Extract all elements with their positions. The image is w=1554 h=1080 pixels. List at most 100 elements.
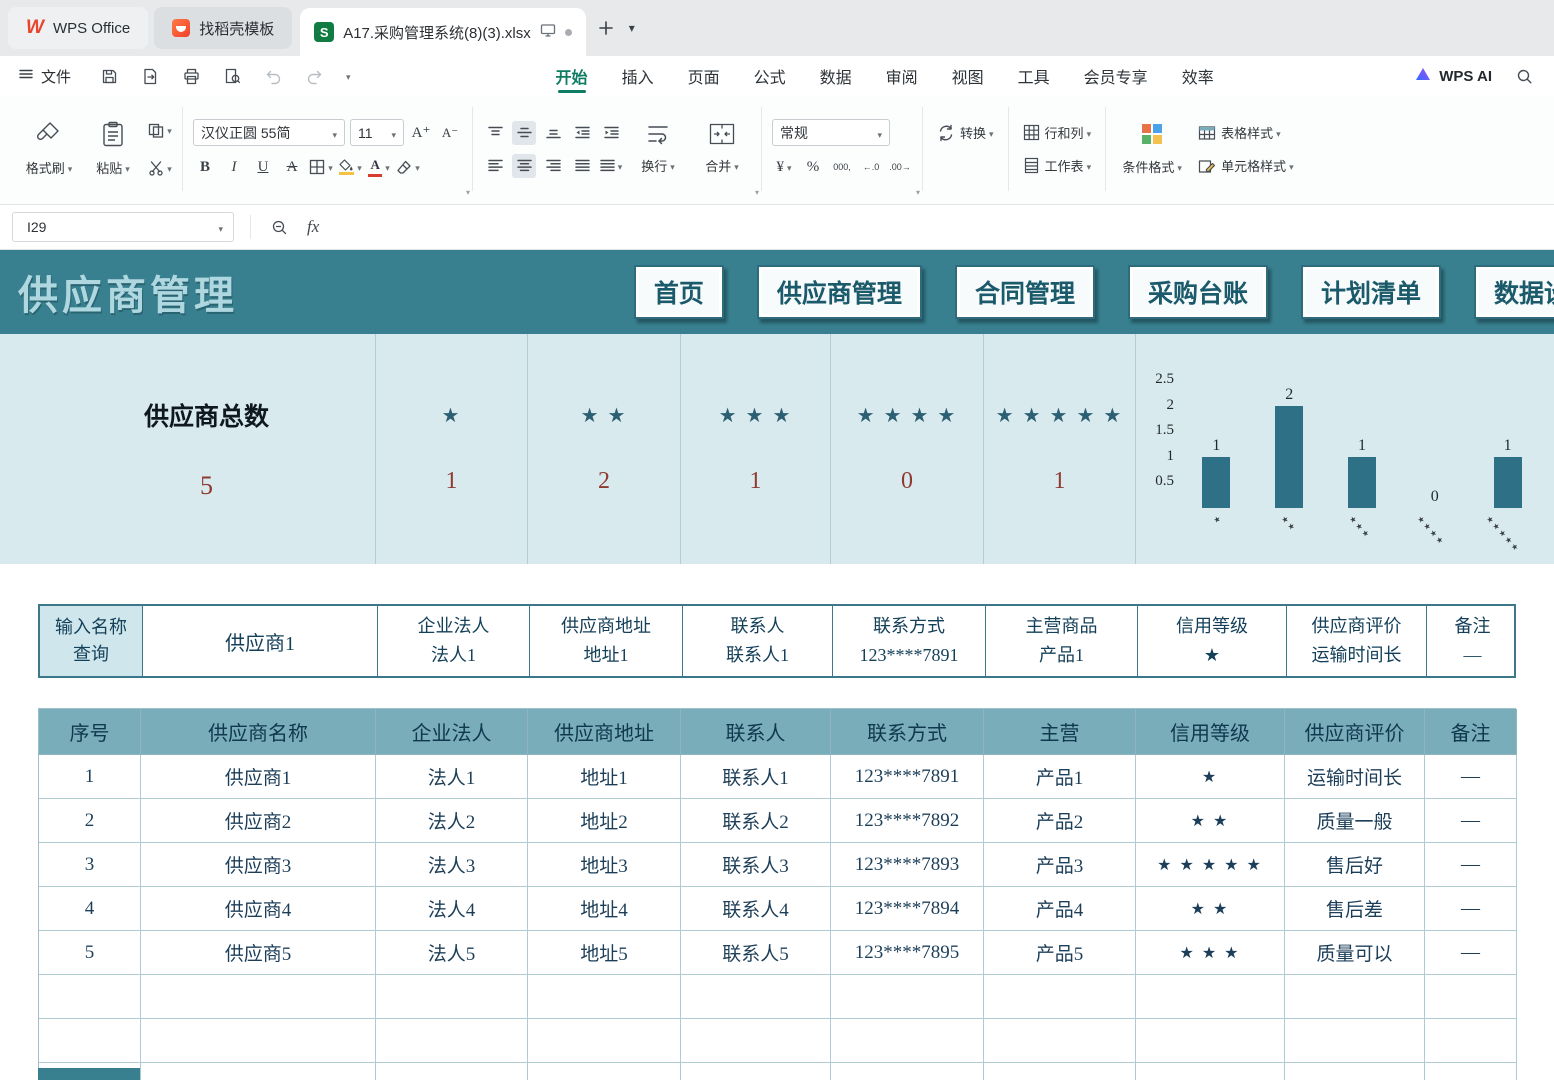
nav-button-合同管理[interactable]: 合同管理 xyxy=(954,265,1095,319)
stat-rating-column[interactable]: ★ 1 xyxy=(375,334,527,564)
table-cell[interactable]: 法人1 xyxy=(376,755,528,799)
align-left-icon[interactable] xyxy=(483,154,507,178)
table-cell[interactable]: 售后差 xyxy=(1285,887,1425,931)
table-cell[interactable]: 123****7891 xyxy=(831,755,984,799)
menu-tab-效率[interactable]: 效率 xyxy=(1182,56,1214,96)
align-right-icon[interactable] xyxy=(541,154,565,178)
table-header-cell[interactable]: 供应商地址 xyxy=(528,709,681,755)
justify-icon[interactable] xyxy=(570,154,594,178)
rows-columns-button[interactable]: 行和列 xyxy=(1019,121,1096,145)
underline-button[interactable] xyxy=(251,155,275,179)
empty-cell[interactable] xyxy=(984,975,1136,1019)
empty-cell[interactable] xyxy=(1136,1063,1285,1080)
formula-input[interactable] xyxy=(319,205,1542,249)
table-cell[interactable]: ★ ★ ★ xyxy=(1136,931,1285,975)
menu-tab-审阅[interactable]: 审阅 xyxy=(886,56,918,96)
table-cell[interactable]: — xyxy=(1425,799,1517,843)
table-cell[interactable]: — xyxy=(1425,931,1517,975)
tab-wps-office[interactable]: W WPS Office xyxy=(8,7,149,49)
table-header-cell[interactable]: 联系人 xyxy=(681,709,831,755)
empty-cell[interactable] xyxy=(1425,1019,1517,1063)
table-header-cell[interactable]: 供应商评价 xyxy=(1285,709,1425,755)
increase-decimal-button[interactable] xyxy=(859,155,883,179)
search-field-cell[interactable]: 主营商品 产品1 xyxy=(985,606,1137,676)
tab-active-document[interactable]: S A17.采购管理系统(8)(3).xlsx xyxy=(300,8,586,56)
search-name-cell[interactable]: 供应商1 xyxy=(142,606,377,676)
table-cell[interactable]: 产品3 xyxy=(984,843,1136,887)
redo-button[interactable] xyxy=(302,65,326,87)
convert-button[interactable]: 转换 xyxy=(933,121,998,145)
table-cell[interactable]: 质量一般 xyxy=(1285,799,1425,843)
align-center-icon[interactable] xyxy=(512,153,536,178)
wps-ai-button[interactable]: WPS AI xyxy=(1414,66,1492,86)
table-header-cell[interactable]: 联系方式 xyxy=(831,709,984,755)
empty-cell[interactable] xyxy=(831,1063,984,1080)
table-cell[interactable]: ★ ★ ★ ★ ★ xyxy=(1136,843,1285,887)
empty-cell[interactable] xyxy=(1136,1019,1285,1063)
table-header-cell[interactable]: 信用等级 xyxy=(1136,709,1285,755)
empty-cell[interactable] xyxy=(831,1019,984,1063)
table-cell[interactable]: 地址2 xyxy=(528,799,681,843)
menu-tab-开始[interactable]: 开始 xyxy=(556,56,588,96)
empty-cell[interactable] xyxy=(681,1019,831,1063)
table-cell[interactable]: 供应商5 xyxy=(141,931,376,975)
table-cell[interactable]: 123****7894 xyxy=(831,887,984,931)
empty-cell[interactable] xyxy=(1425,1063,1517,1080)
table-cell[interactable]: 法人3 xyxy=(376,843,528,887)
table-cell[interactable]: 联系人2 xyxy=(681,799,831,843)
empty-cell[interactable] xyxy=(39,975,141,1019)
table-cell[interactable]: — xyxy=(1425,887,1517,931)
paste-button[interactable]: 粘贴 xyxy=(84,104,142,194)
menu-tab-工具[interactable]: 工具 xyxy=(1018,56,1050,96)
number-format-select[interactable]: 常规 xyxy=(772,119,890,146)
clear-format-button[interactable] xyxy=(396,155,420,179)
decrease-decimal-button[interactable] xyxy=(888,155,912,179)
stat-rating-column[interactable]: ★ ★ ★ ★ 0 xyxy=(830,334,983,564)
table-cell[interactable]: 产品4 xyxy=(984,887,1136,931)
percent-format-button[interactable]: % xyxy=(801,155,825,179)
table-cell[interactable]: 供应商4 xyxy=(141,887,376,931)
table-cell[interactable]: 产品1 xyxy=(984,755,1136,799)
increase-font-size-button[interactable] xyxy=(409,121,433,145)
table-cell[interactable]: 供应商2 xyxy=(141,799,376,843)
table-cell[interactable]: 供应商1 xyxy=(141,755,376,799)
bold-button[interactable] xyxy=(193,155,217,179)
table-cell[interactable]: 联系人4 xyxy=(681,887,831,931)
tab-list-dropdown-icon[interactable] xyxy=(626,21,635,35)
worksheet-button[interactable]: 工作表 xyxy=(1019,154,1096,178)
align-bottom-icon[interactable] xyxy=(541,121,565,145)
search-field-cell[interactable]: 信用等级 ★ xyxy=(1137,606,1286,676)
empty-cell[interactable] xyxy=(1285,975,1425,1019)
stats-chart[interactable]: 2.5 2 1.5 1 0.5 12101 ★ ★★ ★★★ ★★★★ ★★★★★ xyxy=(1135,334,1554,564)
table-cell[interactable]: 1 xyxy=(39,755,141,799)
table-header-cell[interactable]: 供应商名称 xyxy=(141,709,376,755)
nav-button-计划清单[interactable]: 计划清单 xyxy=(1300,265,1441,319)
table-cell[interactable]: 联系人5 xyxy=(681,931,831,975)
nav-button-数据设置[interactable]: 数据设置 xyxy=(1473,265,1554,319)
table-header-cell[interactable]: 主营 xyxy=(984,709,1136,755)
italic-button[interactable] xyxy=(222,155,246,179)
table-cell[interactable]: 产品5 xyxy=(984,931,1136,975)
font-color-button[interactable]: A xyxy=(367,155,391,179)
thousands-separator-button[interactable] xyxy=(830,155,854,179)
new-tab-button[interactable] xyxy=(598,20,614,36)
table-cell[interactable]: ★ ★ xyxy=(1136,887,1285,931)
menu-tab-视图[interactable]: 视图 xyxy=(952,56,984,96)
table-style-button[interactable]: 表格样式 xyxy=(1194,121,1285,145)
search-field-cell[interactable]: 供应商地址 地址1 xyxy=(529,606,682,676)
cell-style-button[interactable]: 单元格样式 xyxy=(1194,154,1298,178)
print-preview-button[interactable] xyxy=(220,65,244,87)
stat-rating-column[interactable]: ★ ★ ★ 1 xyxy=(680,334,830,564)
empty-cell[interactable] xyxy=(141,975,376,1019)
decrease-font-size-button[interactable] xyxy=(438,121,462,145)
table-cell[interactable]: 法人4 xyxy=(376,887,528,931)
table-cell[interactable]: 产品2 xyxy=(984,799,1136,843)
currency-format-button[interactable]: ¥ xyxy=(772,155,796,179)
table-header-cell[interactable]: 序号 xyxy=(39,709,141,755)
table-cell[interactable]: 联系人1 xyxy=(681,755,831,799)
empty-cell[interactable] xyxy=(1285,1063,1425,1080)
table-cell[interactable]: 123****7895 xyxy=(831,931,984,975)
table-cell[interactable]: 供应商3 xyxy=(141,843,376,887)
empty-cell[interactable] xyxy=(1285,1019,1425,1063)
stat-rating-column[interactable]: ★ ★ 2 xyxy=(527,334,680,564)
